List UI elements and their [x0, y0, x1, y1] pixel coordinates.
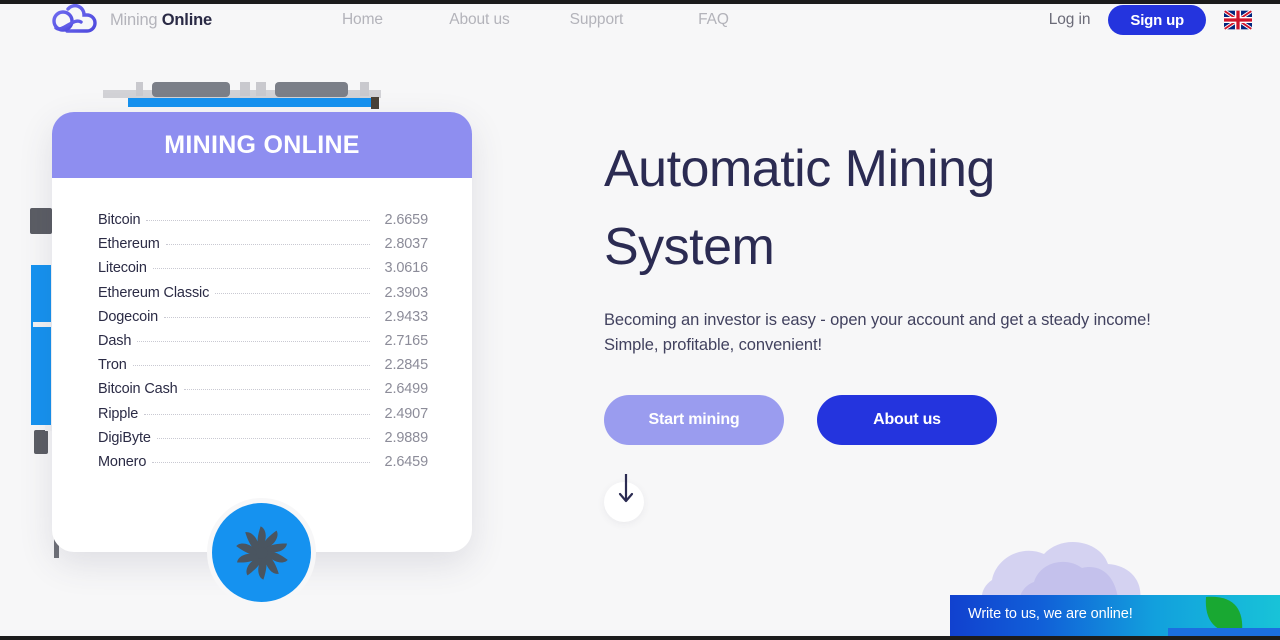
- rig-chip: [275, 82, 348, 97]
- cooling-fan-icon: [235, 525, 288, 580]
- coin-value: 2.3903: [384, 284, 429, 301]
- dot-leader: [152, 461, 370, 463]
- coin-name: Tron: [98, 357, 127, 374]
- chat-widget-footer-bar: [1168, 628, 1280, 636]
- scroll-down-indicator[interactable]: [604, 468, 648, 522]
- card-title: MINING ONLINE: [164, 130, 360, 159]
- list-item: Ripple 2.4907: [98, 406, 428, 430]
- chat-widget[interactable]: Write to us, we are online!: [950, 595, 1280, 636]
- coin-value: 2.6459: [384, 453, 429, 470]
- coin-name: Litecoin: [98, 260, 147, 277]
- cloud-infinity-logo-icon: [52, 4, 97, 33]
- dot-leader: [156, 437, 370, 439]
- signup-button[interactable]: Sign up: [1108, 5, 1206, 35]
- coin-value: 2.8037: [384, 236, 429, 253]
- rig-left-blue-panel: [31, 265, 51, 425]
- coin-value: 2.2845: [384, 357, 429, 374]
- coin-value: 3.0616: [384, 260, 429, 277]
- coin-value: 2.6659: [384, 212, 429, 228]
- rig-chip: [152, 82, 230, 97]
- hero-subtitle: Becoming an investor is easy - open your…: [604, 311, 1151, 354]
- chat-widget-message: Write to us, we are online!: [968, 606, 1133, 622]
- coin-value: 2.9433: [384, 308, 429, 325]
- dot-leader: [215, 292, 370, 294]
- about-us-button[interactable]: About us: [817, 395, 997, 445]
- dot-leader: [137, 340, 370, 342]
- list-item: Tron 2.2845: [98, 357, 428, 381]
- nav-link-support[interactable]: Support: [538, 11, 655, 29]
- list-item: Dash 2.7165: [98, 333, 428, 357]
- coin-value: 2.7165: [384, 332, 429, 349]
- list-item: Monero 2.6459: [98, 454, 428, 478]
- top-border-strip: [0, 0, 1280, 4]
- coin-name: Ethereum: [98, 236, 160, 253]
- coin-value: 2.6499: [384, 381, 429, 398]
- coin-name: Monero: [98, 453, 147, 470]
- nav-link-home[interactable]: Home: [304, 11, 421, 29]
- rig-left-bracket-top: [30, 208, 52, 234]
- mining-online-card: MINING ONLINE Bitcoin 2.6659 Ethereum 2.…: [52, 112, 472, 552]
- coin-name: Dogecoin: [98, 308, 159, 325]
- brand-logo[interactable]: Mining Online: [48, 3, 212, 37]
- brand-name: Mining Online: [110, 11, 212, 30]
- rig-pin: [240, 82, 250, 96]
- page-title-line2: System: [604, 218, 775, 276]
- bottom-border-strip: [0, 636, 1280, 640]
- list-item: Bitcoin 2.6659: [98, 212, 428, 236]
- card-header: MINING ONLINE: [52, 112, 472, 178]
- list-item: Bitcoin Cash 2.6499: [98, 381, 428, 405]
- dot-leader: [146, 220, 370, 221]
- login-link[interactable]: Log in: [1049, 11, 1091, 29]
- rig-left-bracket-bottom: [34, 430, 48, 454]
- coin-name: Dash: [98, 332, 132, 349]
- coin-name: Ethereum Classic: [98, 284, 210, 301]
- list-item: Ethereum 2.8037: [98, 236, 428, 260]
- rig-pin: [360, 82, 369, 96]
- rig-blue-rail: [128, 98, 372, 107]
- list-item: Ethereum Classic 2.3903: [98, 285, 428, 309]
- brand-name-bold: Online: [161, 10, 212, 29]
- brand-name-light: Mining: [110, 10, 162, 29]
- coin-name: Ripple: [98, 405, 139, 422]
- start-mining-button[interactable]: Start mining: [604, 395, 784, 445]
- hero-section: Automatic Mining System Becoming an inves…: [604, 130, 1224, 522]
- coin-name: Bitcoin: [98, 212, 141, 228]
- page-title: Automatic Mining System: [604, 130, 1224, 286]
- page-title-line1: Automatic Mining: [604, 140, 995, 198]
- rig-pin: [256, 82, 266, 96]
- dot-leader: [164, 316, 370, 318]
- nav-links: Home About us Support FAQ: [304, 11, 772, 29]
- list-item: Dogecoin 2.9433: [98, 309, 428, 333]
- nav-link-faq[interactable]: FAQ: [655, 11, 772, 29]
- coin-value: 2.9889: [384, 429, 429, 446]
- list-item: DigiByte 2.9889: [98, 430, 428, 454]
- nav-link-about-us[interactable]: About us: [421, 11, 538, 29]
- coin-name: Bitcoin Cash: [98, 381, 178, 398]
- uk-flag-icon[interactable]: [1224, 10, 1252, 30]
- dot-leader: [183, 389, 370, 391]
- dot-leader: [144, 413, 370, 415]
- dot-leader: [165, 244, 370, 246]
- rig-pin: [136, 82, 143, 96]
- coin-value: 2.4907: [384, 405, 429, 422]
- dot-leader: [152, 268, 370, 270]
- coin-rate-list: Bitcoin 2.6659 Ethereum 2.8037 Litecoin …: [52, 178, 472, 478]
- arrow-down-icon: [618, 474, 634, 503]
- cooling-fan-badge: [212, 503, 311, 602]
- hero-actions: Start mining About us: [604, 395, 1224, 445]
- nav-actions: Log in Sign up: [1049, 5, 1252, 35]
- dot-leader: [132, 365, 370, 367]
- top-navigation-bar: Mining Online Home About us Support FAQ …: [0, 0, 1280, 40]
- coin-name: DigiByte: [98, 429, 151, 446]
- list-item: Litecoin 3.0616: [98, 260, 428, 284]
- rig-rail-end-cap: [371, 97, 379, 109]
